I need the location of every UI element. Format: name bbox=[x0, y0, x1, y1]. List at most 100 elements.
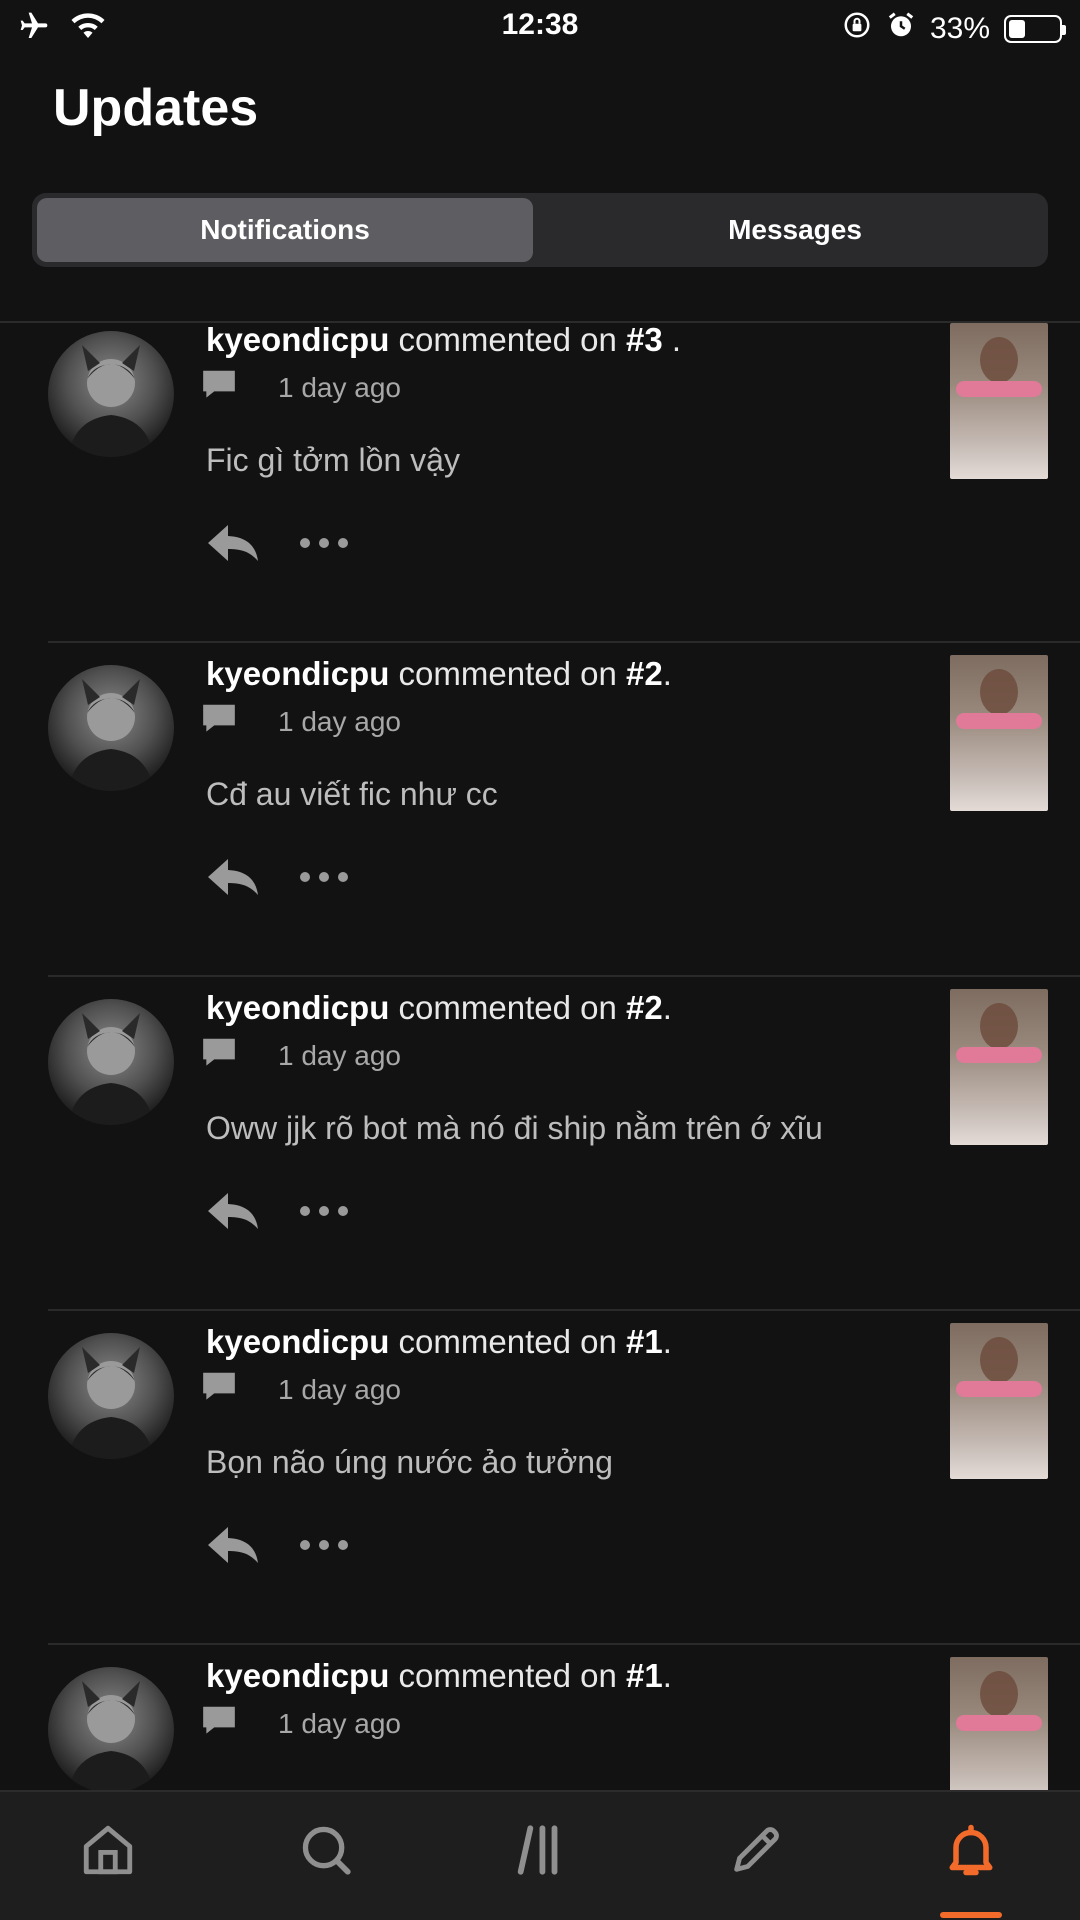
home-icon bbox=[79, 1821, 137, 1884]
cover-figure bbox=[980, 669, 1018, 715]
notification-headline: kyeondicpu commented on #1. bbox=[206, 1323, 672, 1361]
notification-item[interactable]: kyeondicpu commented on #2. 1 day ago Cđ… bbox=[0, 643, 1080, 977]
write-icon bbox=[727, 1821, 785, 1884]
cover-figure bbox=[980, 1671, 1018, 1717]
notification-actions bbox=[206, 1523, 350, 1572]
avatar[interactable] bbox=[48, 665, 174, 791]
library-icon bbox=[511, 1821, 569, 1884]
headline-suffix: . bbox=[662, 655, 672, 692]
part-link[interactable]: #1 bbox=[626, 1323, 663, 1360]
headline-suffix: . bbox=[662, 989, 672, 1026]
notification-headline: kyeondicpu commented on #3 . bbox=[206, 323, 681, 359]
notification-actions bbox=[206, 855, 350, 904]
action-text: commented on bbox=[398, 323, 617, 358]
more-options-icon[interactable] bbox=[298, 1204, 350, 1223]
more-options-icon[interactable] bbox=[298, 536, 350, 555]
notification-headline: kyeondicpu commented on #1. bbox=[206, 1657, 672, 1695]
cover-title-band bbox=[956, 381, 1042, 397]
story-cover-thumbnail[interactable] bbox=[950, 323, 1048, 479]
reply-icon[interactable] bbox=[206, 855, 262, 904]
notification-actions bbox=[206, 521, 350, 570]
nav-home[interactable] bbox=[68, 1812, 148, 1892]
battery-percent: 33% bbox=[929, 12, 990, 45]
avatar[interactable] bbox=[48, 999, 174, 1125]
part-link[interactable]: #2 bbox=[626, 655, 663, 692]
story-cover-thumbnail[interactable] bbox=[950, 655, 1048, 811]
cover-title-band bbox=[956, 713, 1042, 729]
comment-icon bbox=[200, 1703, 238, 1744]
notifications-bell-icon bbox=[941, 1820, 1001, 1885]
comment-icon bbox=[200, 1369, 238, 1410]
part-link[interactable]: #1 bbox=[626, 1657, 663, 1694]
orientation-lock-icon bbox=[842, 10, 872, 48]
notification-feed[interactable]: kyeondicpu commented on #3 . 1 day ago F… bbox=[0, 323, 1080, 1790]
action-text: commented on bbox=[398, 655, 617, 692]
notification-item[interactable]: kyeondicpu commented on #2. 1 day ago Ow… bbox=[0, 977, 1080, 1311]
nav-library[interactable] bbox=[500, 1812, 580, 1892]
notification-item[interactable]: kyeondicpu commented on #1. 1 day ago Bọ… bbox=[0, 1311, 1080, 1645]
notification-headline: kyeondicpu commented on #2. bbox=[206, 655, 672, 693]
username-link[interactable]: kyeondicpu bbox=[206, 989, 389, 1026]
part-link[interactable]: #3 bbox=[626, 323, 663, 358]
tab-notifications[interactable]: Notifications bbox=[37, 198, 533, 262]
status-bar: 12:38 33% bbox=[0, 0, 1080, 54]
username-link[interactable]: kyeondicpu bbox=[206, 1657, 389, 1694]
username-link[interactable]: kyeondicpu bbox=[206, 655, 389, 692]
timestamp: 1 day ago bbox=[278, 1039, 401, 1071]
notification-meta: 1 day ago bbox=[200, 1369, 401, 1410]
comment-icon bbox=[200, 1035, 238, 1076]
headline-suffix: . bbox=[662, 323, 682, 358]
notification-meta: 1 day ago bbox=[200, 1703, 401, 1744]
comment-icon bbox=[200, 367, 238, 408]
notification-actions bbox=[206, 1189, 350, 1238]
part-link[interactable]: #2 bbox=[626, 989, 663, 1026]
story-cover-thumbnail[interactable] bbox=[950, 1657, 1048, 1790]
username-link[interactable]: kyeondicpu bbox=[206, 323, 389, 358]
headline-suffix: . bbox=[662, 1323, 672, 1360]
comment-text: Cđ au viết fic như cc bbox=[206, 776, 498, 812]
reply-icon[interactable] bbox=[206, 521, 262, 570]
action-text: commented on bbox=[398, 989, 617, 1026]
notification-headline: kyeondicpu commented on #2. bbox=[206, 989, 672, 1027]
comment-text: Bọn não úng nước ảo tưởng bbox=[206, 1444, 613, 1480]
action-text: commented on bbox=[398, 1657, 617, 1694]
timestamp: 1 day ago bbox=[278, 1707, 401, 1739]
avatar[interactable] bbox=[48, 1333, 174, 1459]
cover-title-band bbox=[956, 1715, 1042, 1731]
tab-messages[interactable]: Messages bbox=[547, 198, 1043, 262]
comment-text: Oww jjk rõ bot mà nó đi ship nằm trên ớ … bbox=[206, 1110, 823, 1146]
comment-text: Fic gì tởm lồn vậy bbox=[206, 442, 460, 478]
notification-item[interactable]: kyeondicpu commented on #1. 1 day ago bbox=[0, 1645, 1080, 1790]
cover-figure bbox=[980, 1337, 1018, 1383]
page-title: Updates bbox=[53, 79, 259, 137]
cover-figure bbox=[980, 337, 1018, 383]
notification-meta: 1 day ago bbox=[200, 1035, 401, 1076]
nav-search[interactable] bbox=[286, 1812, 366, 1892]
updates-screen: 12:38 33% Updates Notifications Messages bbox=[0, 0, 1080, 1920]
cover-title-band bbox=[956, 1047, 1042, 1063]
story-cover-thumbnail[interactable] bbox=[950, 1323, 1048, 1479]
search-icon bbox=[297, 1821, 355, 1884]
alarm-icon bbox=[886, 10, 916, 48]
comment-icon bbox=[200, 701, 238, 742]
nav-notifications[interactable] bbox=[931, 1812, 1011, 1892]
bottom-nav bbox=[0, 1790, 1080, 1920]
timestamp: 1 day ago bbox=[278, 705, 401, 737]
avatar[interactable] bbox=[48, 1667, 174, 1790]
more-options-icon[interactable] bbox=[298, 870, 350, 889]
cover-title-band bbox=[956, 1381, 1042, 1397]
nav-write[interactable] bbox=[716, 1812, 796, 1892]
action-text: commented on bbox=[398, 1323, 617, 1360]
avatar[interactable] bbox=[48, 331, 174, 457]
cover-figure bbox=[980, 1003, 1018, 1049]
battery-fill bbox=[1009, 20, 1025, 38]
reply-icon[interactable] bbox=[206, 1523, 262, 1572]
story-cover-thumbnail[interactable] bbox=[950, 989, 1048, 1145]
notification-item[interactable]: kyeondicpu commented on #3 . 1 day ago F… bbox=[0, 323, 1080, 643]
segmented-tabs: Notifications Messages bbox=[32, 193, 1048, 267]
reply-icon[interactable] bbox=[206, 1189, 262, 1238]
battery-icon bbox=[1004, 15, 1066, 43]
more-options-icon[interactable] bbox=[298, 1538, 350, 1557]
timestamp: 1 day ago bbox=[278, 371, 401, 403]
username-link[interactable]: kyeondicpu bbox=[206, 1323, 389, 1360]
